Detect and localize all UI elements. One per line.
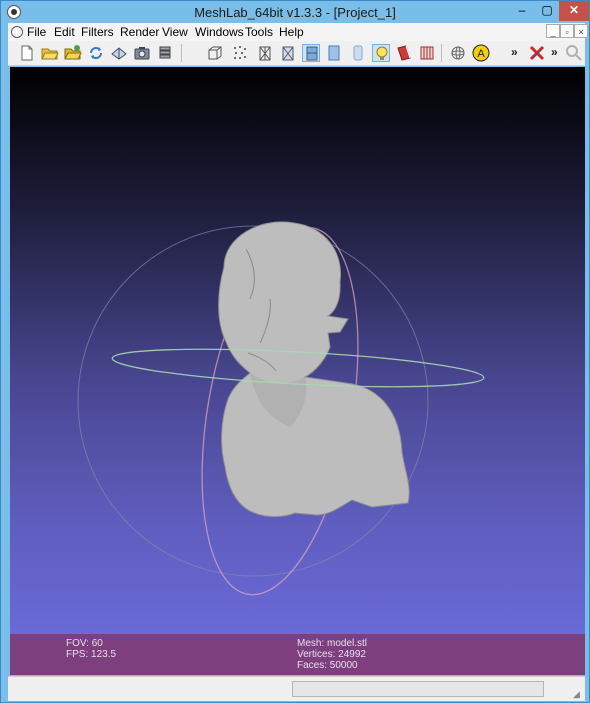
open-project-icon[interactable]: [64, 44, 82, 62]
texture-icon[interactable]: [418, 44, 436, 62]
toolbar-overflow-chevron[interactable]: »: [511, 45, 518, 59]
flat-lines-icon[interactable]: [302, 44, 320, 62]
svg-text:A: A: [477, 48, 485, 60]
progress-bar: [292, 681, 544, 697]
menu-help[interactable]: Help: [279, 25, 304, 39]
bounding-box-icon[interactable]: [206, 44, 224, 62]
open-folder-icon[interactable]: [41, 44, 59, 62]
toolbar: A » »: [8, 41, 585, 66]
smooth-shading-icon[interactable]: [349, 44, 367, 62]
close-button[interactable]: ✕: [559, 1, 589, 21]
bust-mesh: [218, 221, 410, 518]
status-bar: ◢: [8, 676, 585, 701]
menu-render[interactable]: Render: [120, 25, 159, 39]
mesh-name-label: Mesh: model.stl: [297, 638, 368, 649]
fps-label: FPS: 123.5: [66, 649, 117, 660]
info-overlay-bar: FOV: 60 FPS: 123.5 Mesh: model.stl Verti…: [10, 634, 585, 675]
menu-windows[interactable]: Windows: [195, 25, 244, 39]
mdi-minimize-button[interactable]: _: [546, 24, 560, 38]
search-icon[interactable]: [565, 44, 583, 62]
hidden-lines-icon[interactable]: [279, 44, 297, 62]
mdi-restore-button[interactable]: ▫: [560, 24, 574, 38]
new-project-icon[interactable]: [18, 44, 36, 62]
layers-icon[interactable]: [156, 44, 174, 62]
faces-label: Faces: 50000: [297, 660, 358, 671]
delete-red-x-icon[interactable]: [528, 44, 546, 62]
menu-view[interactable]: View: [162, 25, 188, 39]
lighting-bulb-icon[interactable]: [372, 44, 390, 62]
reload-icon[interactable]: [87, 44, 105, 62]
flat-shading-icon[interactable]: [325, 44, 343, 62]
window-title: MeshLab_64bit v1.3.3 - [Project_1]: [194, 5, 396, 20]
menu-filters[interactable]: Filters: [81, 25, 114, 39]
menu-file[interactable]: File: [27, 25, 46, 39]
menu-tools[interactable]: Tools: [245, 25, 273, 39]
mdi-close-button[interactable]: ×: [574, 24, 588, 38]
title-bar: MeshLab_64bit v1.3.3 - [Project_1] – ▢ ✕: [1, 1, 589, 23]
document-icon[interactable]: [11, 26, 23, 38]
fov-label: FOV: 60: [66, 638, 103, 649]
snapshot-icon[interactable]: [133, 44, 151, 62]
3d-viewport[interactable]: [10, 67, 585, 634]
menu-bar: File Edit Filters Render View Windows To…: [8, 23, 588, 41]
toolbar-separator: [441, 44, 442, 62]
back-face-icon[interactable]: [395, 44, 413, 62]
toolbar-separator: [181, 44, 182, 62]
vertices-label: Vertices: 24992: [297, 649, 366, 660]
points-icon[interactable]: [231, 44, 249, 62]
resize-grip-icon[interactable]: ◢: [573, 689, 583, 699]
trackball-icon[interactable]: [449, 44, 467, 62]
toolbar-overflow-chevron-2[interactable]: »: [551, 45, 558, 59]
save-project-icon[interactable]: [110, 44, 128, 62]
maximize-button[interactable]: ▢: [535, 1, 559, 21]
annotate-a-icon[interactable]: A: [472, 44, 490, 62]
menu-edit[interactable]: Edit: [54, 25, 75, 39]
application-window: MeshLab_64bit v1.3.3 - [Project_1] – ▢ ✕…: [0, 0, 590, 703]
minimize-button[interactable]: –: [509, 1, 535, 21]
wireframe-icon[interactable]: [256, 44, 274, 62]
